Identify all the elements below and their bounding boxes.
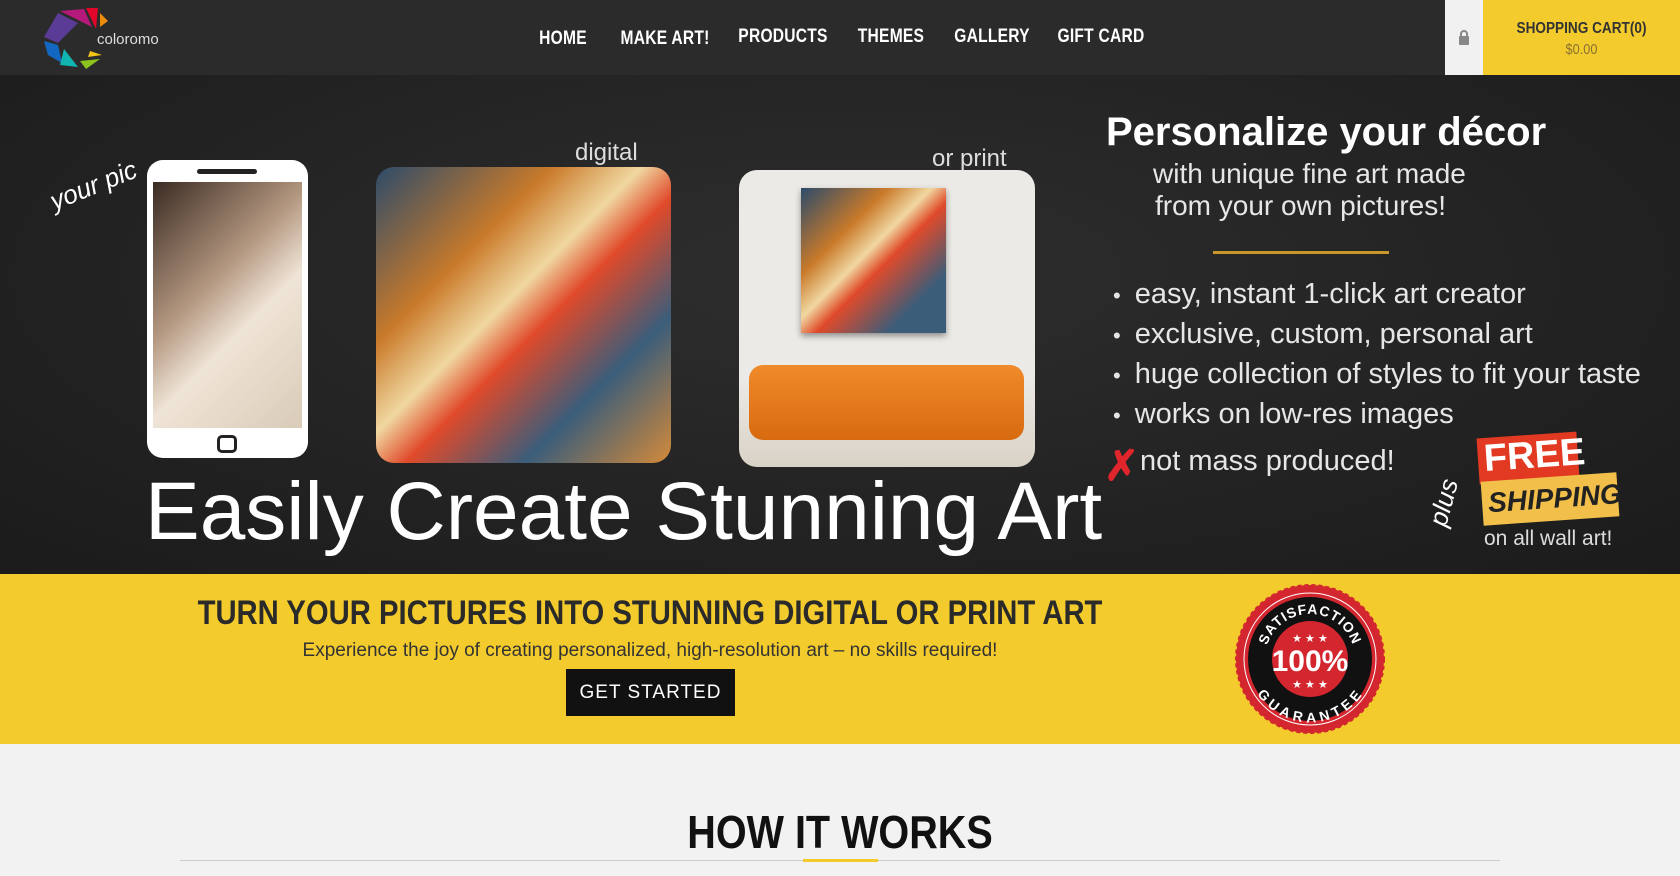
nav-gift-card[interactable]: GIFT CARD (1057, 26, 1144, 48)
coloromo-logo[interactable]: coloromo (40, 5, 159, 71)
stars-icon: ★ ★ ★ (1292, 633, 1328, 645)
heading-underline (803, 859, 878, 862)
nav-gallery[interactable]: GALLERY (954, 26, 1030, 48)
feature-item: works on low-res images (1113, 395, 1641, 435)
promo-subtext: Experience the joy of creating personali… (302, 640, 998, 661)
plus-label: plus (1422, 475, 1465, 530)
feature-item: huge collection of styles to fit your ta… (1113, 355, 1641, 395)
get-started-button[interactable]: GET STARTED (566, 669, 735, 716)
wall-art-label: on all wall art! (1484, 527, 1613, 550)
digital-label: digital (575, 139, 638, 166)
your-pic-label: your pic (45, 154, 142, 216)
lock-icon (1459, 30, 1469, 45)
hero-headline: Easily Create Stunning Art (145, 466, 1103, 557)
nav-make-art[interactable]: MAKE ART! (620, 28, 709, 50)
x-mark-icon: ✗ (1104, 442, 1140, 489)
top-nav: coloromo HOME MAKE ART! PRODUCTS THEMES … (0, 0, 1680, 75)
or-print-label: or print (932, 145, 1007, 172)
logo-text: coloromo (97, 31, 159, 48)
digital-art-image (376, 167, 671, 463)
hero-subtitle-2: from your own pictures! (1155, 190, 1446, 221)
nav-home[interactable]: HOME (539, 28, 587, 50)
hero-banner[interactable]: your pic digital or print Easily Create … (0, 75, 1680, 574)
feature-item: easy, instant 1-click art creator (1113, 275, 1641, 315)
hero-title: Personalize your décor (1106, 110, 1547, 154)
feature-list: easy, instant 1-click art creator exclus… (1113, 275, 1641, 435)
not-mass-produced: not mass produced! (1140, 445, 1395, 477)
stars-icon: ★ ★ ★ (1292, 679, 1328, 691)
feature-item: exclusive, custom, personal art (1113, 315, 1641, 355)
cart-title: SHOPPING CART(0) (1516, 20, 1647, 37)
login-button[interactable] (1445, 0, 1483, 75)
phone-image (147, 160, 308, 458)
cart-total: $0.00 (1565, 41, 1598, 58)
how-it-works-heading: HOW IT WORKS (687, 806, 993, 858)
promo-section: TURN YOUR PICTURES INTO STUNNING DIGITAL… (0, 574, 1680, 744)
print-room-image (739, 170, 1035, 467)
promo-heading: TURN YOUR PICTURES INTO STUNNING DIGITAL… (197, 594, 1103, 632)
badge-center-text: 100% (1272, 645, 1349, 678)
nav-themes[interactable]: THEMES (858, 26, 924, 48)
nav-products[interactable]: PRODUCTS (738, 26, 827, 48)
satisfaction-guarantee-badge: SATISFACTION GUARANTEE 100% ★ ★ ★ ★ ★ ★ (1235, 584, 1385, 734)
hero-subtitle-1: with unique fine art made (1153, 158, 1466, 189)
shopping-cart-button[interactable]: SHOPPING CART(0) $0.00 (1483, 0, 1680, 75)
shipping-label: SHIPPING (1480, 472, 1623, 526)
divider (1213, 251, 1389, 254)
